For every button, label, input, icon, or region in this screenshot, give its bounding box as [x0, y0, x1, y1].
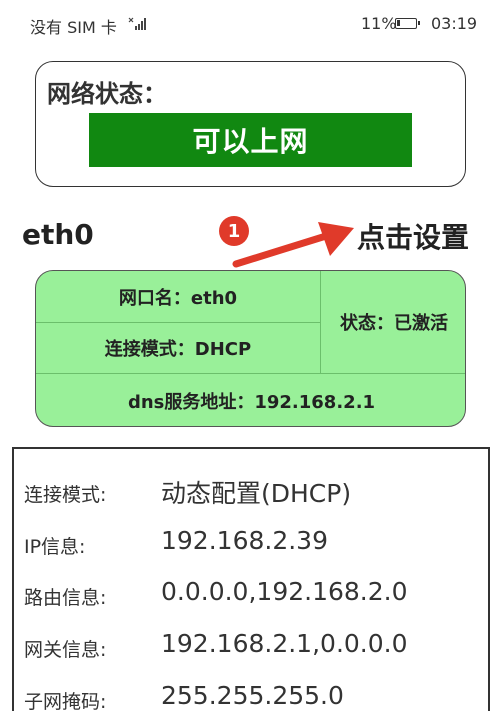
battery-percent: 11% — [361, 14, 397, 33]
pointer-arrow-icon — [232, 222, 354, 268]
detail-label: 路由信息: — [24, 587, 107, 609]
network-status-card: 网络状态： 可以上网 — [35, 61, 466, 187]
detail-value: 255.255.255.0 — [161, 681, 344, 710]
carrier-text: 没有 SIM 卡 — [30, 18, 117, 37]
interface-name: eth0 — [22, 218, 94, 251]
state-cell: 状态：已激活 — [340, 313, 448, 334]
connection-mode-cell: 连接模式：DHCP — [36, 323, 321, 373]
detail-value: 动态配置(DHCP) — [161, 479, 352, 508]
battery-icon — [395, 18, 420, 29]
network-status-banner: 可以上网 — [89, 113, 412, 167]
detail-value: 0.0.0.0,192.168.2.0 — [161, 577, 408, 606]
detail-label: 连接模式: — [24, 484, 107, 506]
detail-label: IP信息: — [24, 536, 86, 558]
detail-label: 网关信息: — [24, 639, 107, 661]
clock: 03:19 — [431, 14, 478, 33]
port-name-cell: 网口名：eth0 — [36, 271, 321, 323]
dns-cell: dns服务地址：192.168.2.1 — [36, 373, 465, 426]
details-panel: 连接模式: 动态配置(DHCP) IP信息: 192.168.2.39 路由信息… — [12, 447, 490, 711]
step-number-badge: 1 — [219, 216, 249, 246]
no-signal-icon — [128, 17, 146, 30]
detail-value: 192.168.2.39 — [161, 526, 328, 555]
network-status-title: 网络状态： — [47, 80, 167, 108]
status-bar: 没有 SIM 卡 11% 03:19 — [0, 0, 500, 46]
detail-label: 子网掩码: — [24, 691, 107, 711]
interface-info-card[interactable]: 网口名：eth0 连接模式：DHCP 状态：已激活 dns服务地址：192.16… — [35, 270, 466, 427]
detail-value: 192.168.2.1,0.0.0.0 — [161, 629, 408, 658]
settings-link[interactable]: 点击设置 — [357, 216, 469, 256]
